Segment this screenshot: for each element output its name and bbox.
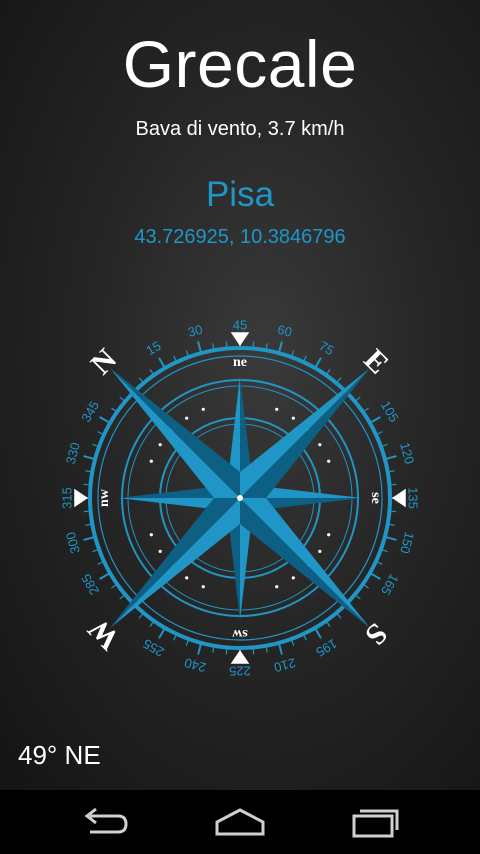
direction-marker [230, 650, 250, 664]
ring-dot [291, 416, 295, 420]
tick-mark [384, 455, 397, 461]
tick-mark [99, 572, 111, 580]
tick-mark [83, 535, 96, 541]
ring-dot [158, 443, 162, 447]
degree-label: 300 [63, 530, 83, 555]
ring-dot [185, 576, 189, 580]
ring-dot [327, 459, 331, 463]
wind-description: Bava di vento, 3.7 km/h [135, 118, 345, 140]
tick-mark [277, 341, 283, 354]
ring-dot [149, 459, 153, 463]
degree-label: 120 [397, 441, 417, 466]
ring-dot [327, 533, 331, 537]
tick-mark [314, 357, 322, 369]
ring-dot [149, 533, 153, 537]
ring-dot [185, 416, 189, 420]
tick-mark [158, 357, 166, 369]
tick-mark [314, 627, 322, 639]
degree-label: 135 [406, 487, 421, 509]
ring-dot [275, 585, 279, 589]
tick-mark [138, 612, 145, 619]
tick-mark [252, 647, 255, 655]
heading-readout: 49° NE [18, 740, 101, 770]
degree-label: 60 [276, 322, 294, 340]
degree-label: 255 [140, 636, 166, 660]
ring-dot [158, 549, 162, 553]
tick-mark [354, 396, 361, 403]
degree-label: 195 [313, 636, 339, 660]
tick-mark [354, 593, 361, 600]
ring-dot [275, 407, 279, 411]
ring-dot [201, 585, 205, 589]
back-icon [84, 807, 128, 834]
compass-rose: 15 30 45 60 75 105 120 135 150 165 195 210 225 240 255… [59, 317, 421, 679]
ring-dot [318, 443, 322, 447]
direction-marker [392, 488, 406, 508]
back-button[interactable] [76, 804, 136, 840]
home-button[interactable] [210, 804, 270, 840]
degree-label: 240 [183, 655, 208, 675]
tick-mark [83, 455, 96, 461]
ring-dot [291, 576, 295, 580]
degree-label: 285 [78, 571, 102, 597]
rose-center [237, 495, 243, 501]
ring-dot [201, 407, 205, 411]
tick-mark [335, 612, 342, 619]
intercardinal-label: se [368, 492, 383, 504]
tick-mark [389, 483, 397, 486]
degree-label: 315 [59, 487, 74, 509]
tick-mark [389, 510, 397, 513]
degree-label: 210 [272, 655, 297, 675]
tick-mark [369, 572, 381, 580]
tick-mark [225, 647, 228, 655]
degree-label: 150 [397, 530, 417, 555]
tick-mark [138, 377, 145, 384]
direction-marker [74, 488, 88, 508]
direction-marker [230, 332, 250, 346]
tick-mark [252, 341, 255, 349]
tick-mark [83, 483, 91, 486]
degree-label: 105 [378, 398, 402, 424]
degree-label: 45 [233, 317, 247, 332]
tick-mark [335, 377, 342, 384]
compass-screen: Grecale Bava di vento, 3.7 km/h Pisa 43.… [0, 0, 480, 790]
degree-label: 345 [78, 398, 102, 424]
degree-label: 15 [143, 338, 163, 358]
recents-button[interactable] [345, 804, 405, 840]
wind-name: Grecale [122, 27, 358, 101]
recents-icon [352, 809, 399, 838]
tick-mark [384, 535, 397, 541]
intercardinal-label: sw [231, 626, 247, 641]
intercardinal-label: ne [233, 355, 247, 370]
ring-dot [318, 549, 322, 553]
tick-mark [158, 627, 166, 639]
tick-mark [225, 341, 228, 349]
tick-mark [119, 593, 126, 600]
city-name: Pisa [205, 175, 275, 214]
degree-label: 30 [186, 322, 204, 340]
tick-mark [197, 642, 203, 655]
intercardinal-label: nw [97, 488, 112, 507]
tick-mark [119, 396, 126, 403]
tick-mark [197, 341, 203, 354]
tick-mark [99, 416, 111, 424]
degree-label: 165 [378, 571, 402, 597]
city-coordinates: 43.726925, 10.3846796 [134, 226, 346, 248]
degree-label: 330 [63, 441, 83, 466]
degree-label: 225 [229, 664, 251, 679]
home-icon [215, 808, 265, 836]
tick-mark [83, 510, 91, 513]
tick-mark [369, 416, 381, 424]
system-navigation-bar [0, 790, 480, 854]
tick-mark [277, 642, 283, 655]
degree-label: 75 [317, 338, 337, 358]
